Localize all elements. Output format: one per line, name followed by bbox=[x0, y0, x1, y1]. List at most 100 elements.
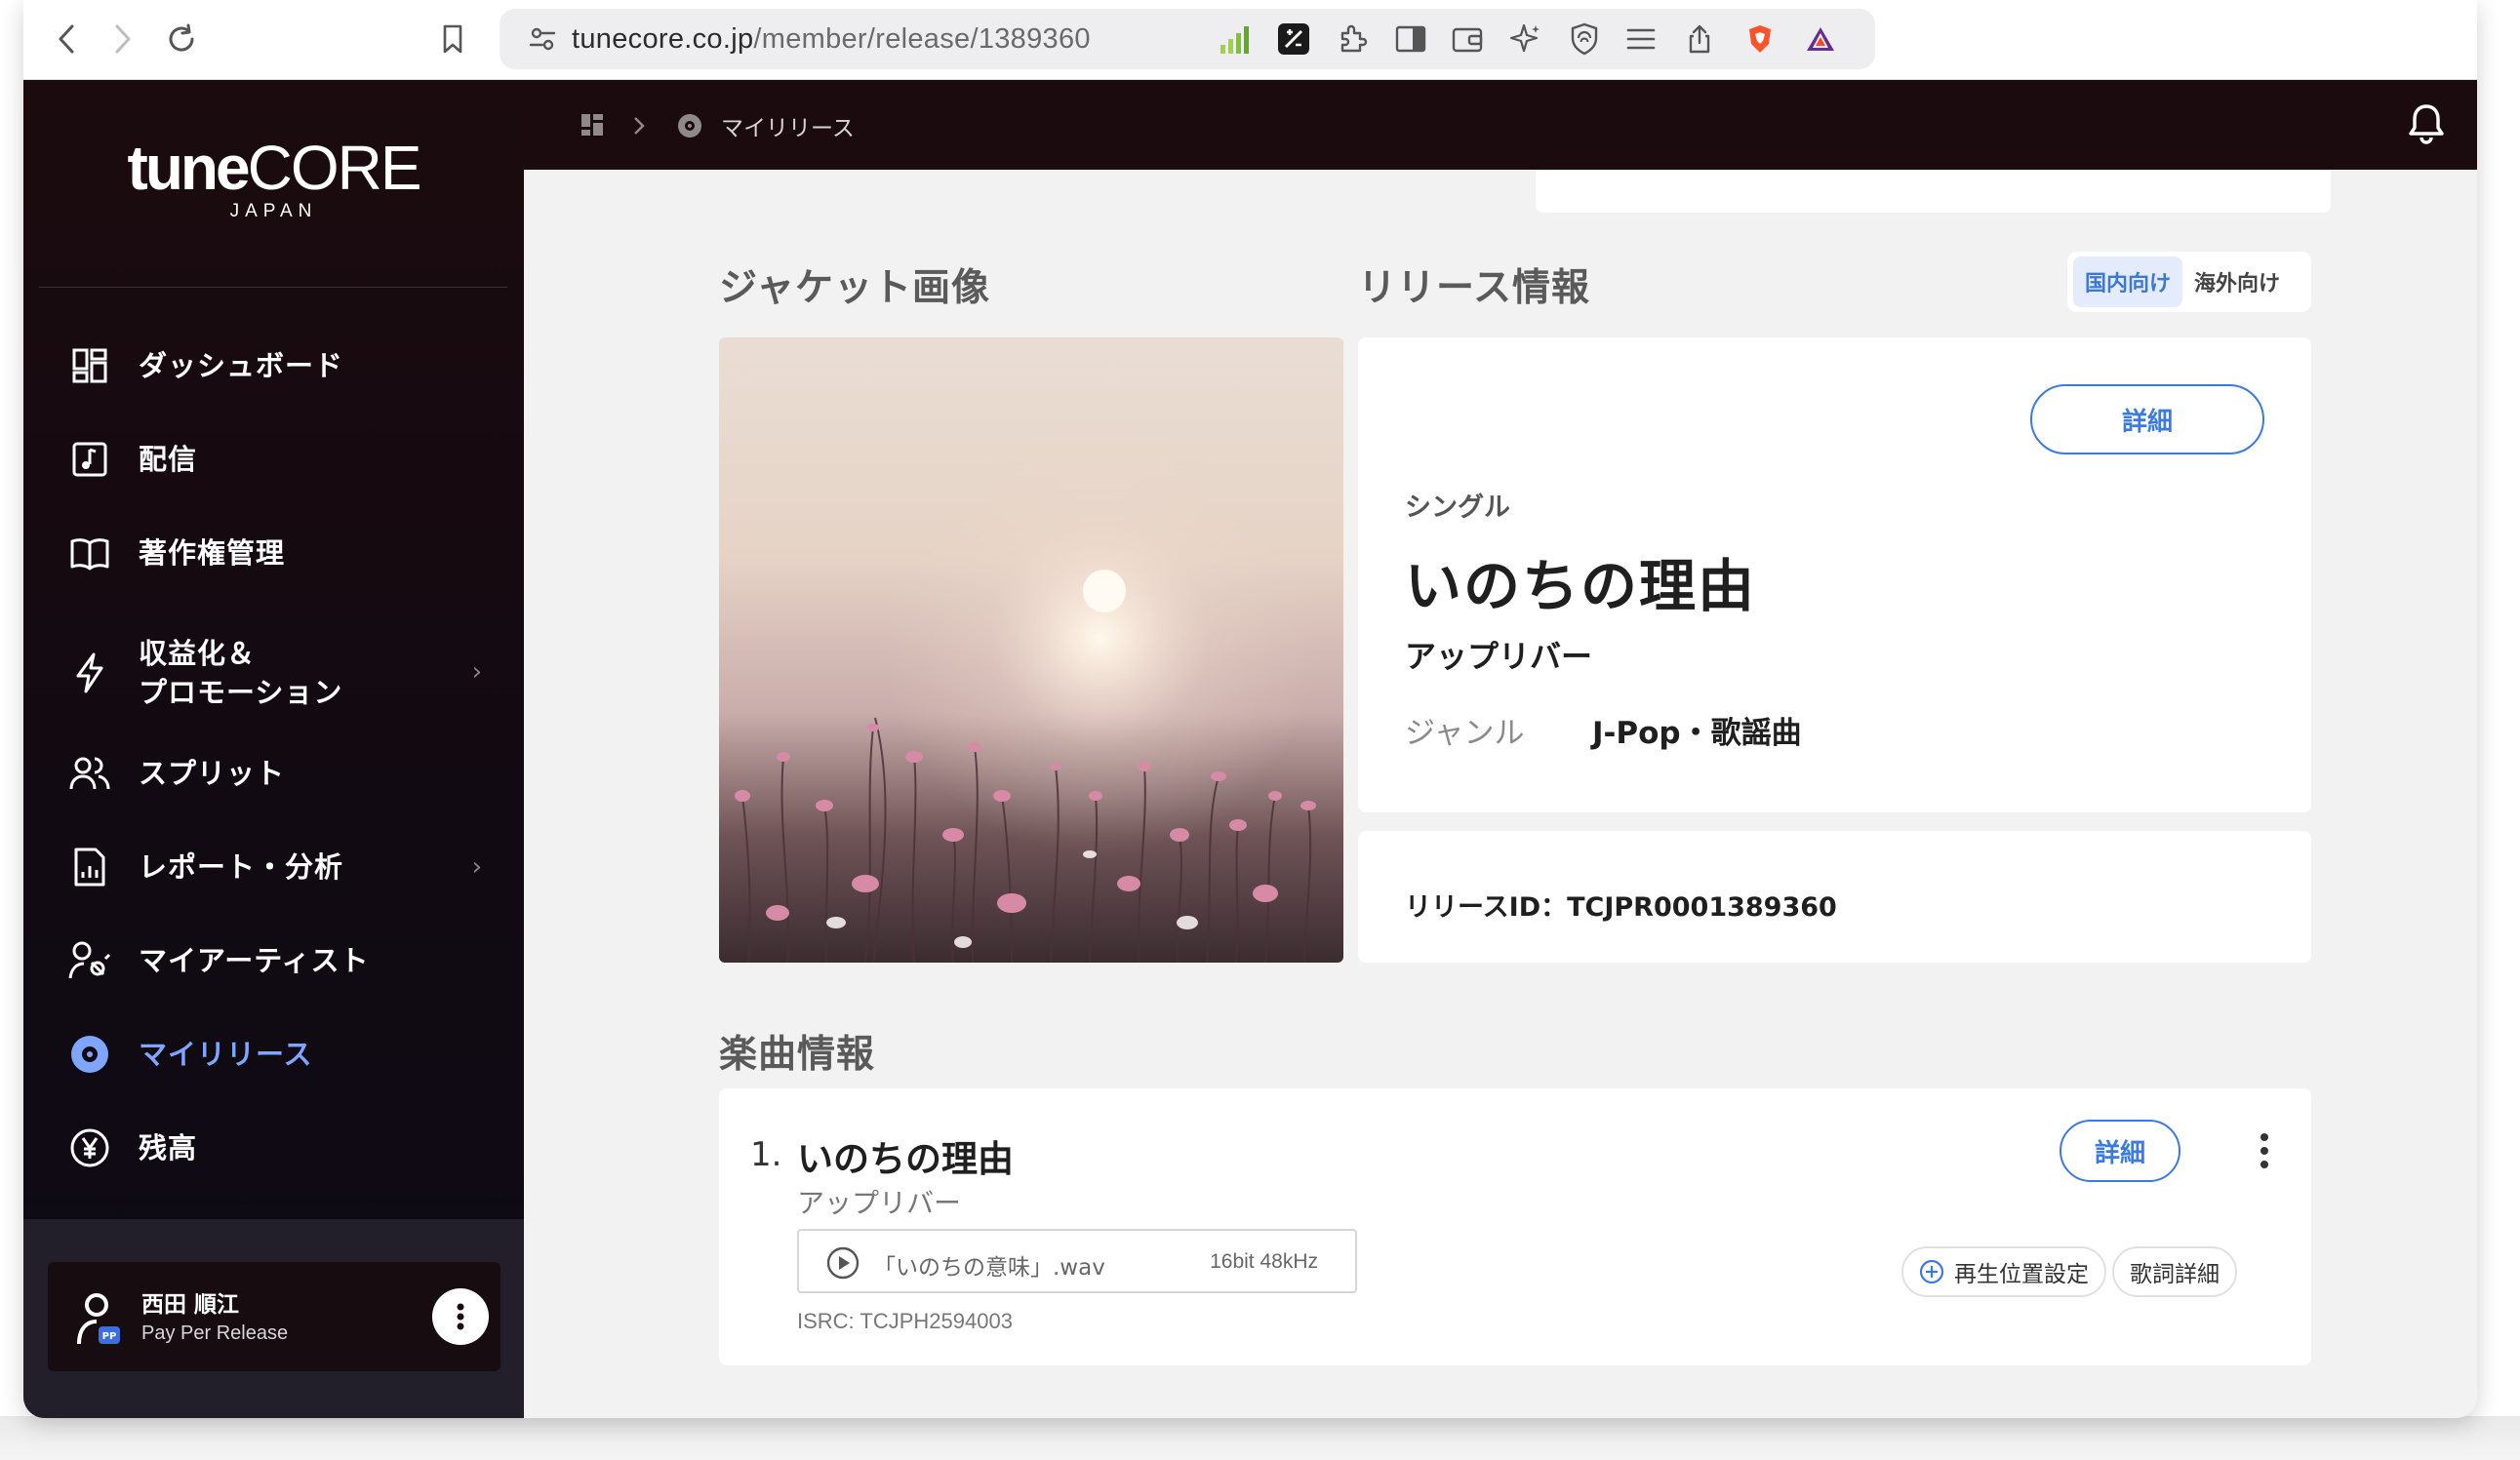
sidebar-item-my-artist[interactable]: マイアーティスト bbox=[47, 927, 505, 995]
file-name: 「いのちの意味」.wav bbox=[873, 1255, 1105, 1281]
audio-file: 「いのちの意味」.wav 16bit 48kHz bbox=[797, 1229, 1357, 1293]
url-text[interactable]: tunecore.co.jp/member/release/1389360 bbox=[572, 23, 1091, 56]
sidebar-item-split[interactable]: スプリット bbox=[47, 739, 505, 808]
sidebar-item-label: スプリット bbox=[139, 757, 286, 790]
user-menu-button[interactable] bbox=[432, 1288, 489, 1345]
chevron-right-icon: › bbox=[471, 852, 482, 882]
sidebar-item-label: ダッシュボード bbox=[139, 349, 344, 382]
yen-icon bbox=[66, 1125, 113, 1171]
sidebar-item-label: マイリリース bbox=[139, 1038, 313, 1071]
browser-window: tunecore.co.jp/member/release/1389360 tu… bbox=[23, 0, 2477, 1418]
bookmark-icon[interactable] bbox=[431, 18, 474, 60]
home-grid-icon[interactable] bbox=[580, 113, 604, 137]
book-icon bbox=[66, 530, 113, 576]
extensions-puzzle-icon[interactable] bbox=[1335, 21, 1370, 57]
avatar: PP bbox=[77, 1293, 120, 1345]
breadcrumb-separator-icon bbox=[634, 117, 645, 135]
sidebar-item-distribution[interactable]: 配信 bbox=[47, 425, 505, 493]
isrc: ISRC: TCJPH2594003 bbox=[797, 1309, 1013, 1333]
more-vertical-icon[interactable] bbox=[2259, 1131, 2270, 1170]
release-detail-button[interactable]: 詳細 bbox=[2030, 384, 2264, 454]
dashboard-icon bbox=[66, 342, 113, 389]
release-info-card: 詳細 シングル いのちの理由 アップリバー ジャンル J-Pop・歌謡曲 bbox=[1358, 337, 2311, 812]
user-name: 西田 順江 bbox=[141, 1292, 240, 1318]
sidebar-item-label-2: プロモーション bbox=[139, 676, 343, 709]
sidebar-item-label: マイアーティスト bbox=[139, 944, 370, 977]
lyrics-detail-button[interactable]: 歌詞詳細 bbox=[2112, 1246, 2237, 1297]
toggle-overseas[interactable]: 海外向け bbox=[2182, 256, 2292, 307]
logo-sub: JAPAN bbox=[229, 201, 318, 221]
browser-toolbar: tunecore.co.jp/member/release/1389360 bbox=[23, 0, 2477, 80]
menu-icon[interactable] bbox=[1623, 21, 1659, 57]
address-bar[interactable]: tunecore.co.jp/member/release/1389360 bbox=[500, 9, 1875, 69]
wallet-icon[interactable] bbox=[1450, 21, 1485, 57]
add-circle-icon bbox=[1919, 1259, 1944, 1284]
sidebar-item-label: 収益化＆ bbox=[139, 637, 257, 670]
sidebar-item-label: 残高 bbox=[139, 1131, 198, 1164]
breadcrumb-current: マイリリース bbox=[721, 116, 855, 141]
sidebar: tuneCORE JAPAN ダッシュボード 配信 著作権管理 収益化＆ プロモー… bbox=[23, 80, 524, 1418]
user-card[interactable]: PP 西田 順江 Pay Per Release bbox=[48, 1262, 500, 1371]
sidebar-toggle-icon[interactable] bbox=[1393, 21, 1428, 57]
sidebar-item-report[interactable]: レポート・分析 › bbox=[47, 833, 505, 901]
disc-icon bbox=[66, 1031, 113, 1078]
logo-main-bold: tune bbox=[127, 133, 251, 203]
sidebar-item-label: 配信 bbox=[139, 443, 198, 476]
release-artist: アップリバー bbox=[1405, 638, 1593, 675]
forward-icon[interactable] bbox=[101, 18, 144, 60]
playback-position-button[interactable]: 再生位置設定 bbox=[1901, 1246, 2106, 1297]
chevron-right-icon: › bbox=[471, 657, 482, 687]
leo-ai-icon[interactable] bbox=[1508, 21, 1543, 57]
lightning-icon bbox=[66, 650, 113, 696]
desktop-background bbox=[0, 1416, 2520, 1460]
sidebar-item-label: レポート・分析 bbox=[139, 850, 344, 884]
sidebar-item-monetization[interactable]: 収益化＆ プロモーション › bbox=[47, 624, 505, 722]
release-type: シングル bbox=[1405, 493, 1510, 523]
sidebar-item-balance[interactable]: 残高 bbox=[47, 1114, 505, 1182]
toggle-domestic[interactable]: 国内向け bbox=[2073, 256, 2183, 307]
people-icon bbox=[66, 750, 113, 797]
sidebar-item-copyright[interactable]: 著作権管理 bbox=[47, 519, 505, 587]
logo-main-light: CORE bbox=[247, 133, 422, 203]
track-title: いのちの理由 bbox=[797, 1138, 1014, 1180]
tunecore-logo[interactable]: tuneCORE JAPAN bbox=[23, 137, 524, 222]
genre-value: J-Pop・歌謡曲 bbox=[1592, 716, 1802, 751]
track-number: 1. bbox=[750, 1135, 782, 1174]
brave-shields-icon[interactable] bbox=[1744, 23, 1776, 55]
stats-extension-icon[interactable] bbox=[1218, 21, 1253, 57]
more-vertical-icon bbox=[457, 1303, 464, 1330]
release-id: リリースID：TCJPR0001389360 bbox=[1405, 892, 1837, 923]
breadcrumb[interactable]: マイリリース bbox=[676, 109, 855, 142]
reload-icon[interactable] bbox=[160, 18, 203, 60]
play-icon[interactable] bbox=[826, 1246, 860, 1280]
main-content: ジャケット画像 リリース情報 国内向け 海外向け 詳細 シングル いのちの理由 … bbox=[524, 170, 2477, 1418]
user-plan: Pay Per Release bbox=[141, 1322, 289, 1344]
sidebar-item-my-release[interactable]: マイリリース bbox=[47, 1020, 505, 1088]
file-spec: 16bit 48kHz bbox=[1210, 1250, 1318, 1273]
vpn-shield-icon[interactable] bbox=[1567, 21, 1602, 57]
notification-bell-icon[interactable] bbox=[2405, 101, 2448, 144]
jacket-section-title: ジャケット画像 bbox=[719, 266, 991, 310]
url-domain: tunecore.co.jp bbox=[572, 23, 754, 55]
jacket-image[interactable] bbox=[719, 337, 1343, 963]
track-detail-button[interactable]: 詳細 bbox=[2060, 1120, 2180, 1182]
disc-icon bbox=[678, 114, 701, 138]
site-settings-icon[interactable] bbox=[529, 26, 556, 52]
share-icon[interactable] bbox=[1684, 23, 1715, 55]
music-note-icon bbox=[66, 436, 113, 483]
brave-rewards-icon[interactable] bbox=[1805, 23, 1836, 55]
app-header: マイリリース bbox=[524, 80, 2477, 170]
artist-icon bbox=[66, 937, 113, 984]
market-toggle: 国内向け 海外向け bbox=[2067, 252, 2311, 312]
genre-label: ジャンル bbox=[1405, 716, 1525, 751]
sidebar-item-label: 著作権管理 bbox=[139, 536, 286, 570]
back-icon[interactable] bbox=[45, 18, 88, 60]
sidebar-item-dashboard[interactable]: ダッシュボード bbox=[47, 332, 505, 400]
release-id-card: リリースID：TCJPR0001389360 bbox=[1358, 831, 2311, 963]
sidebar-divider bbox=[39, 287, 507, 288]
track-card: 1. いのちの理由 アップリバー 「いのちの意味」.wav 16bit 48kH… bbox=[719, 1088, 2311, 1365]
card-top-remnant bbox=[1536, 170, 2331, 213]
dark-extension-icon[interactable] bbox=[1276, 21, 1311, 57]
user-area: PP 西田 順江 Pay Per Release bbox=[23, 1219, 524, 1418]
plan-badge-text: PP bbox=[102, 1331, 117, 1342]
